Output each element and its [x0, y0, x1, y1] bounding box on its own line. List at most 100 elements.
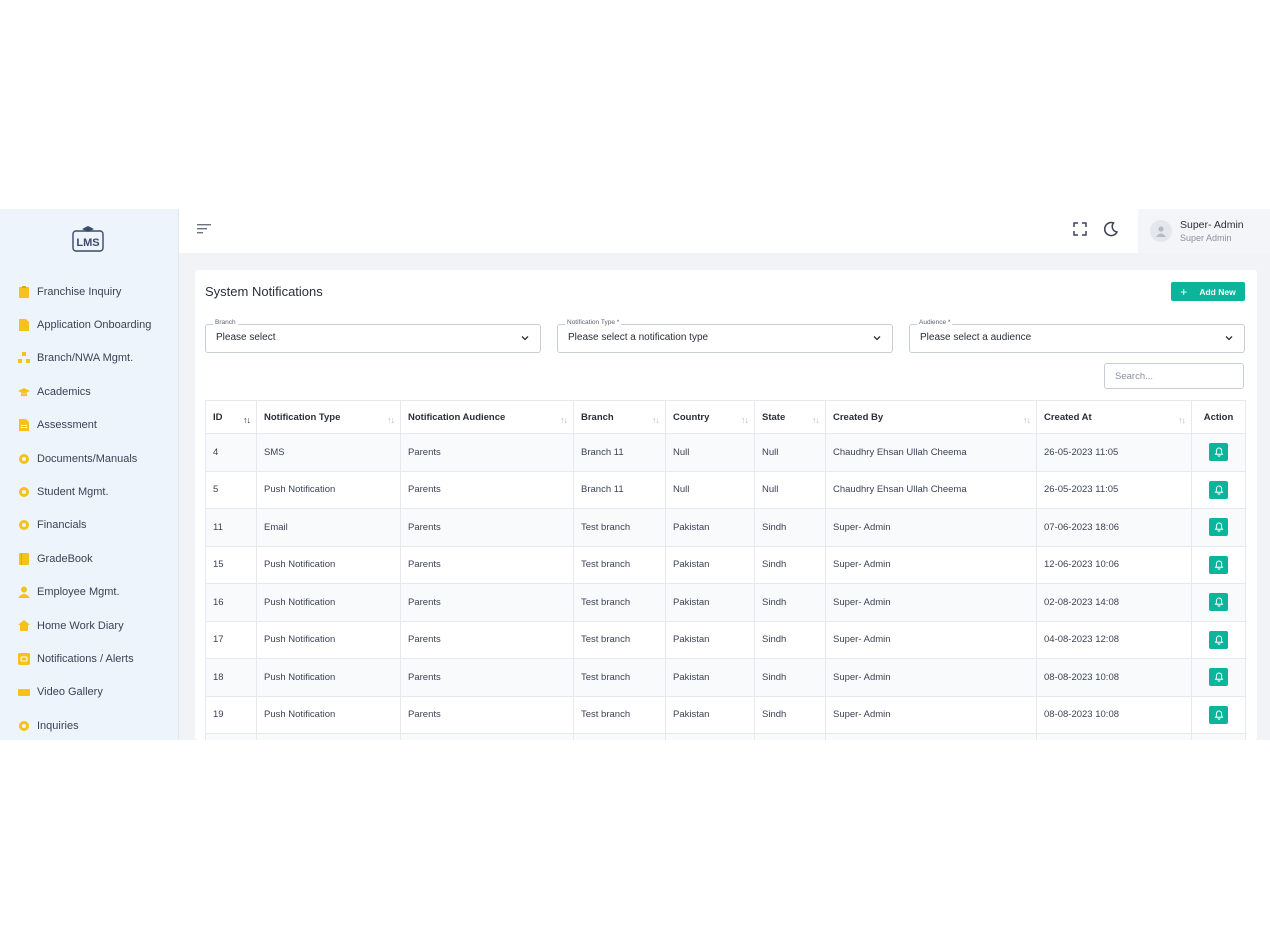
sidebar-item-employee-mgmt[interactable]: Employee Mgmt.: [0, 576, 178, 609]
sort-icon: ↑↓: [812, 415, 820, 425]
sidebar-item-label: Branch/NWA Mgmt.: [37, 352, 134, 365]
sidebar-item-video-gallery[interactable]: Video Gallery: [0, 676, 178, 709]
cell-notification-type: Push Notification: [256, 545, 401, 584]
sidebar-item-label: Academics: [37, 385, 91, 398]
cell-created-at: 08-08-2023 10:08: [1036, 695, 1192, 734]
sidebar-item-assessment[interactable]: Assessment: [0, 409, 178, 442]
cell-created-by: Super- Admin: [825, 620, 1037, 659]
send-notification-bell-button[interactable]: [1209, 630, 1228, 649]
column-header-notification-audience[interactable]: Notification Audience ↑↓: [400, 400, 574, 434]
bell-icon: [1214, 522, 1223, 532]
cell-branch: Test branch: [573, 695, 666, 734]
add-new-button[interactable]: + Add New: [1171, 282, 1245, 301]
cell-audience: Parents: [400, 583, 574, 622]
table-body: 4 SMS Parents Branch 11 Null Null Chaudhry Ehs…: [205, 433, 1246, 740]
cell-created-at: 02-08-2023 14:08: [1036, 583, 1192, 622]
table-row: 18 Push Notification Parents Test branch Pak…: [205, 658, 1246, 697]
audience-select[interactable]: Audience * Please select a audience: [909, 319, 1245, 353]
plus-icon: +: [1180, 284, 1188, 299]
table-row: 4 SMS Parents Branch 11 Null Null Chaudhry Ehs…: [205, 433, 1246, 472]
send-notification-bell-button[interactable]: [1209, 593, 1228, 612]
column-header-branch[interactable]: Branch ↑↓: [573, 400, 666, 434]
sidebar-item-academics[interactable]: Academics: [0, 375, 178, 408]
sidebar-item-franchise-inquiry[interactable]: Franchise Inquiry: [0, 275, 178, 308]
send-notification-bell-button[interactable]: [1209, 668, 1228, 687]
user-profile-menu[interactable]: Super- Admin Super Admin: [1138, 209, 1270, 253]
add-new-label: Add New: [1199, 286, 1236, 297]
sidebar-item-label: Employee Mgmt.: [37, 586, 120, 599]
notification-type-select[interactable]: Notification Type * Please select a noti…: [557, 319, 893, 353]
sidebar-item-branch-nwa-mgmt[interactable]: Branch/NWA Mgmt.: [0, 342, 178, 375]
search-input[interactable]: [1104, 363, 1244, 389]
graduation-cap-icon: [18, 386, 30, 398]
branch-select-value: Please select: [216, 332, 276, 343]
column-header-state[interactable]: State ↑↓: [754, 400, 826, 434]
fullscreen-icon[interactable]: [1071, 220, 1089, 238]
table-row: 15 Push Notification Parents Test branch Pak…: [205, 545, 1246, 584]
sidebar-item-label: Video Gallery: [37, 686, 103, 699]
bell-icon: [1214, 672, 1223, 682]
cell-branch: Test branch: [573, 658, 666, 697]
sitemap-icon: [18, 352, 30, 364]
column-header-id[interactable]: ID ↑↓: [205, 400, 257, 434]
cell-id: 11: [205, 508, 257, 547]
sidebar-item-financials[interactable]: Financials: [0, 509, 178, 542]
sidebar-item-notifications-alerts[interactable]: Notifications / Alerts: [0, 642, 178, 675]
cell-created-at: 26-05-2023 11:05: [1036, 433, 1192, 472]
cell-notification-type: SMS: [256, 433, 401, 472]
sidebar-item-label: Assessment: [37, 419, 97, 432]
cell-id: 19: [205, 695, 257, 734]
sidebar-item-label: Application Onboarding: [37, 319, 152, 332]
sidebar-item-documents-manuals[interactable]: Documents/Manuals: [0, 442, 178, 475]
notification-type-select-value: Please select a notification type: [568, 332, 709, 343]
table-row: 17 Push Notification Parents Test branch Pak…: [205, 620, 1246, 659]
sort-icon: ↑↓: [652, 415, 660, 425]
table-row: 5 Push Notification Parents Branch 11 Null Nu…: [205, 470, 1246, 509]
cell-state: Null: [754, 470, 826, 509]
user-name: Super- Admin: [1180, 218, 1244, 231]
column-header-created-at[interactable]: Created At ↑↓: [1036, 400, 1192, 434]
audience-select-value: Please select a audience: [920, 332, 1032, 343]
cell-notification-type: Push Notification: [256, 470, 401, 509]
cell-id: 15: [205, 545, 257, 584]
app-window: LMS Franchise Inquiry Application Onboar…: [0, 209, 1270, 740]
dark-mode-moon-icon[interactable]: [1102, 220, 1120, 238]
sidebar-item-gradebook[interactable]: GradeBook: [0, 542, 178, 575]
cell-country: Null: [665, 470, 755, 509]
send-notification-bell-button[interactable]: [1209, 480, 1228, 499]
cell-action: [1191, 620, 1246, 659]
sort-icon: ↑↓: [1178, 415, 1186, 425]
lms-logo[interactable]: LMS: [71, 223, 105, 253]
branch-select[interactable]: Branch Please select: [205, 319, 541, 353]
cell-branch: Test branch: [573, 508, 666, 547]
send-notification-bell-button[interactable]: [1209, 555, 1228, 574]
sidebar-item-student-mgmt[interactable]: Student Mgmt.: [0, 475, 178, 508]
column-header-country[interactable]: Country ↑↓: [665, 400, 755, 434]
cell-action: [1191, 433, 1246, 472]
sort-icon: ↑↓: [243, 415, 251, 425]
cell-state: [754, 733, 826, 740]
sort-icon: ↑↓: [387, 415, 395, 425]
sidebar-item-application-onboarding[interactable]: Application Onboarding: [0, 308, 178, 341]
sidebar-item-inquiries[interactable]: Inquiries: [0, 709, 178, 740]
column-header-created-by[interactable]: Created By ↑↓: [825, 400, 1037, 434]
cell-created-at: 26-05-2023 11:05: [1036, 470, 1192, 509]
cell-notification-type: Push Notification: [256, 620, 401, 659]
sidebar-item-label: Documents/Manuals: [37, 452, 138, 465]
book-icon: [18, 552, 30, 565]
cell-state: Sindh: [754, 508, 826, 547]
menu-toggle-icon[interactable]: [197, 222, 213, 236]
cell-created-at: 04-08-2023 12:08: [1036, 620, 1192, 659]
send-notification-bell-button[interactable]: [1209, 443, 1228, 462]
sidebar-item-home-work-diary[interactable]: Home Work Diary: [0, 609, 178, 642]
cell-notification-type: Push Notification: [256, 695, 401, 734]
send-notification-bell-button[interactable]: [1209, 518, 1228, 537]
sidebar-nav: Franchise Inquiry Application Onboarding…: [0, 275, 178, 740]
cell-notification-type: Push Notification: [256, 583, 401, 622]
sidebar-item-label: Home Work Diary: [37, 619, 124, 632]
send-notification-bell-button[interactable]: [1209, 705, 1228, 724]
cell-branch: Test branch: [573, 583, 666, 622]
column-header-notification-type[interactable]: Notification Type ↑↓: [256, 400, 401, 434]
cell-notification-type: Push Notification: [256, 658, 401, 697]
cell-id: 17: [205, 620, 257, 659]
